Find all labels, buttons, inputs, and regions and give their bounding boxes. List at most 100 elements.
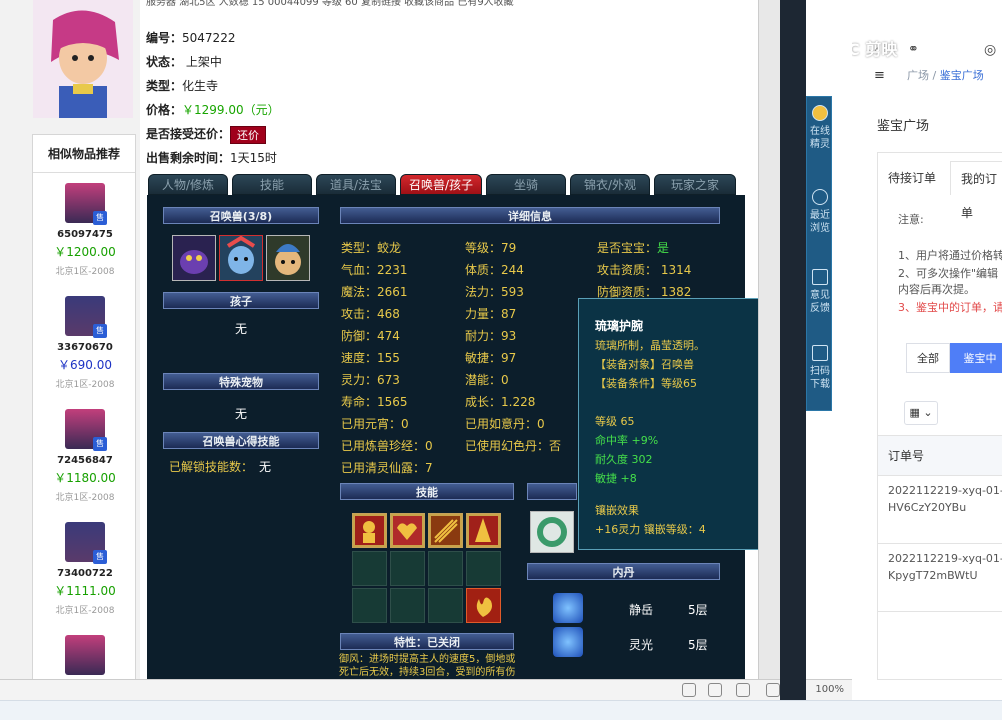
character-avatar	[33, 0, 133, 118]
child-value: 无	[235, 322, 248, 336]
info-number: 编号：5047222	[146, 26, 546, 50]
filter-all-button[interactable]: 全部	[906, 343, 950, 373]
recommend-id: 33670670	[57, 342, 113, 353]
tab-my-orders[interactable]: 我的订单	[950, 161, 1002, 220]
info-time-value: 1天15时	[230, 151, 277, 165]
tab-pending-orders[interactable]: 待接订单	[878, 161, 946, 195]
link-icon[interactable]: ⚭	[908, 42, 919, 57]
note-3: 3、鉴宝中的订单，请	[898, 301, 1002, 314]
info-price-value: ￥1299.00（元）	[182, 103, 280, 117]
sell-badge: 售	[93, 324, 107, 338]
sidenav-feedback[interactable]: 意见反馈	[807, 269, 833, 315]
recommend-item[interactable]: 售 72456847 ￥1180.00 北京1区-2008	[33, 409, 137, 503]
sidenav-online-helper[interactable]: 在线精灵	[807, 105, 833, 151]
menu-icon[interactable]: ≡	[874, 68, 885, 83]
sidenav-download[interactable]: 扫码下载	[807, 345, 833, 391]
info-type: 类型：化生寺	[146, 74, 546, 98]
stat-speed: 速度：155	[341, 351, 400, 365]
recommend-item[interactable]: 售 33670670 ￥690.00 北京1区-2008	[33, 296, 137, 390]
tab-pets[interactable]: 召唤兽/孩子	[400, 174, 482, 195]
recommend-thumbnail[interactable]	[65, 635, 105, 675]
tooltip-inlay-title: 镶嵌效果	[595, 504, 639, 517]
recommend-thumbnail[interactable]: 售	[65, 409, 107, 451]
download-icon[interactable]	[736, 683, 750, 697]
tooltip-desc: 琉璃所制，晶莹透明。	[595, 339, 705, 352]
table-row[interactable]: 2022112219-xyq-01-lKpygT72mBWtU	[878, 544, 1002, 612]
skill-icon[interactable]	[352, 513, 387, 548]
empty-skill-slot	[390, 588, 425, 623]
page-scrollbar[interactable]	[758, 0, 780, 680]
detail-header: 详细信息	[340, 207, 720, 224]
fire-skill-icon[interactable]	[466, 588, 501, 623]
neidan-icon[interactable]	[553, 593, 583, 623]
tab-home[interactable]: 玩家之家	[654, 174, 736, 195]
recommend-thumbnail[interactable]: 售	[65, 522, 107, 564]
tab-character[interactable]: 人物/修炼	[148, 174, 228, 195]
recommend-item[interactable]	[33, 635, 137, 675]
neidan-name: 静岳	[629, 603, 654, 617]
order-card: 待接订单 我的订单 注意: 1、用户将通过价格转 2、可多次操作"编辑 内容后再…	[877, 152, 1002, 680]
sell-badge: 售	[93, 550, 107, 564]
filter-appraising-button[interactable]: 鉴宝中	[950, 343, 1002, 373]
breadcrumb-current[interactable]: 鉴宝广场	[940, 69, 984, 82]
recommend-item[interactable]: 售 73400722 ￥1111.00 北京1区-2008	[33, 522, 137, 616]
info-bargain: 是否接受还价： 还价	[146, 122, 546, 146]
stat-yuanxiao: 已用元宵：0	[341, 417, 409, 431]
sell-badge: 售	[93, 211, 107, 225]
recommend-region: 北京1区-2008	[55, 267, 115, 277]
tooltip-level: 等级 65	[595, 415, 635, 428]
pet-slot[interactable]	[172, 235, 216, 281]
cache-icon[interactable]	[766, 683, 780, 697]
info-bargain-label: 是否接受还价：	[146, 127, 231, 141]
tooltip-hit: 命中率 +9%	[595, 434, 659, 447]
breadcrumb-separator: /	[932, 69, 937, 82]
recommend-region: 北京1区-2008	[55, 493, 115, 503]
stat-fali: 法力：593	[465, 285, 524, 299]
table-row[interactable]: 2022112219-xyq-01-BHV6CzY20YBu	[878, 476, 1002, 544]
sidenav-label: 最近浏览	[810, 210, 830, 234]
neidan-name: 灵光	[629, 638, 654, 652]
zoom-level[interactable]: 100%	[815, 684, 844, 695]
tooltip-durability: 耐久度 302	[595, 453, 653, 466]
skill-icon[interactable]	[466, 513, 501, 548]
skills-header: 技能	[340, 483, 514, 500]
info-price: 价格：￥1299.00（元）	[146, 98, 546, 122]
trait-text: 御风：进场时提高主人的速度5，倒地或死亡后无效，持续3回合，受到的所有伤	[339, 654, 516, 678]
equipment-slot[interactable]	[530, 511, 574, 553]
stat-growth: 成长：1.228	[465, 395, 536, 409]
globe-icon[interactable]: ◎	[984, 42, 996, 58]
info-type-value: 化生寺	[182, 79, 219, 93]
speaker-icon[interactable]	[708, 683, 722, 697]
tab-mount[interactable]: 坐骑	[486, 174, 566, 195]
tab-outfit[interactable]: 锦衣/外观	[570, 174, 650, 195]
stat-tizhi: 体质：244	[465, 263, 524, 277]
recommend-id: 72456847	[57, 455, 113, 466]
stat-baobao-label: 是否宝宝：	[597, 241, 658, 255]
note-title: 注意:	[898, 213, 924, 226]
pet-slot-selected[interactable]	[219, 235, 263, 281]
sidenav-recent[interactable]: 最近浏览	[807, 189, 833, 235]
info-price-label: 价格：	[146, 103, 183, 117]
pet-slot[interactable]	[266, 235, 310, 281]
neidan-icon[interactable]	[553, 627, 583, 657]
shield-icon[interactable]	[682, 683, 696, 697]
tab-items[interactable]: 道具/法宝	[316, 174, 396, 195]
neidan-level: 5层	[688, 603, 708, 617]
breadcrumb: 广场 / 鉴宝广场	[907, 67, 984, 83]
recommend-thumbnail[interactable]: 售	[65, 296, 107, 338]
watermark-logo: C 剪映	[852, 40, 898, 59]
stat-endurance: 耐力：93	[465, 329, 517, 343]
right-browser-window: ‹ ⚭ ◎ ≡ 广场 / 鉴宝广场 鉴宝广场 待接订单 我的订单 注意: 1、用…	[852, 0, 1002, 700]
recommend-thumbnail[interactable]: 售	[65, 183, 107, 225]
recommend-item[interactable]: 售 65097475 ￥1200.00 北京1区-2008	[33, 183, 137, 277]
tab-skills[interactable]: 技能	[232, 174, 312, 195]
stat-agility: 敏捷：97	[465, 351, 517, 365]
skill-icon[interactable]	[390, 513, 425, 548]
recommend-price: ￥1200.00	[54, 245, 116, 259]
skill-icon[interactable]	[428, 513, 463, 548]
tooltip-target: 【装备对象】召唤兽	[595, 358, 694, 371]
column-settings-button[interactable]: ▦ ⌄	[904, 401, 938, 425]
bargain-button[interactable]: 还价	[230, 125, 267, 144]
empty-skill-slot	[352, 551, 387, 586]
breadcrumb-home[interactable]: 广场	[907, 69, 929, 82]
